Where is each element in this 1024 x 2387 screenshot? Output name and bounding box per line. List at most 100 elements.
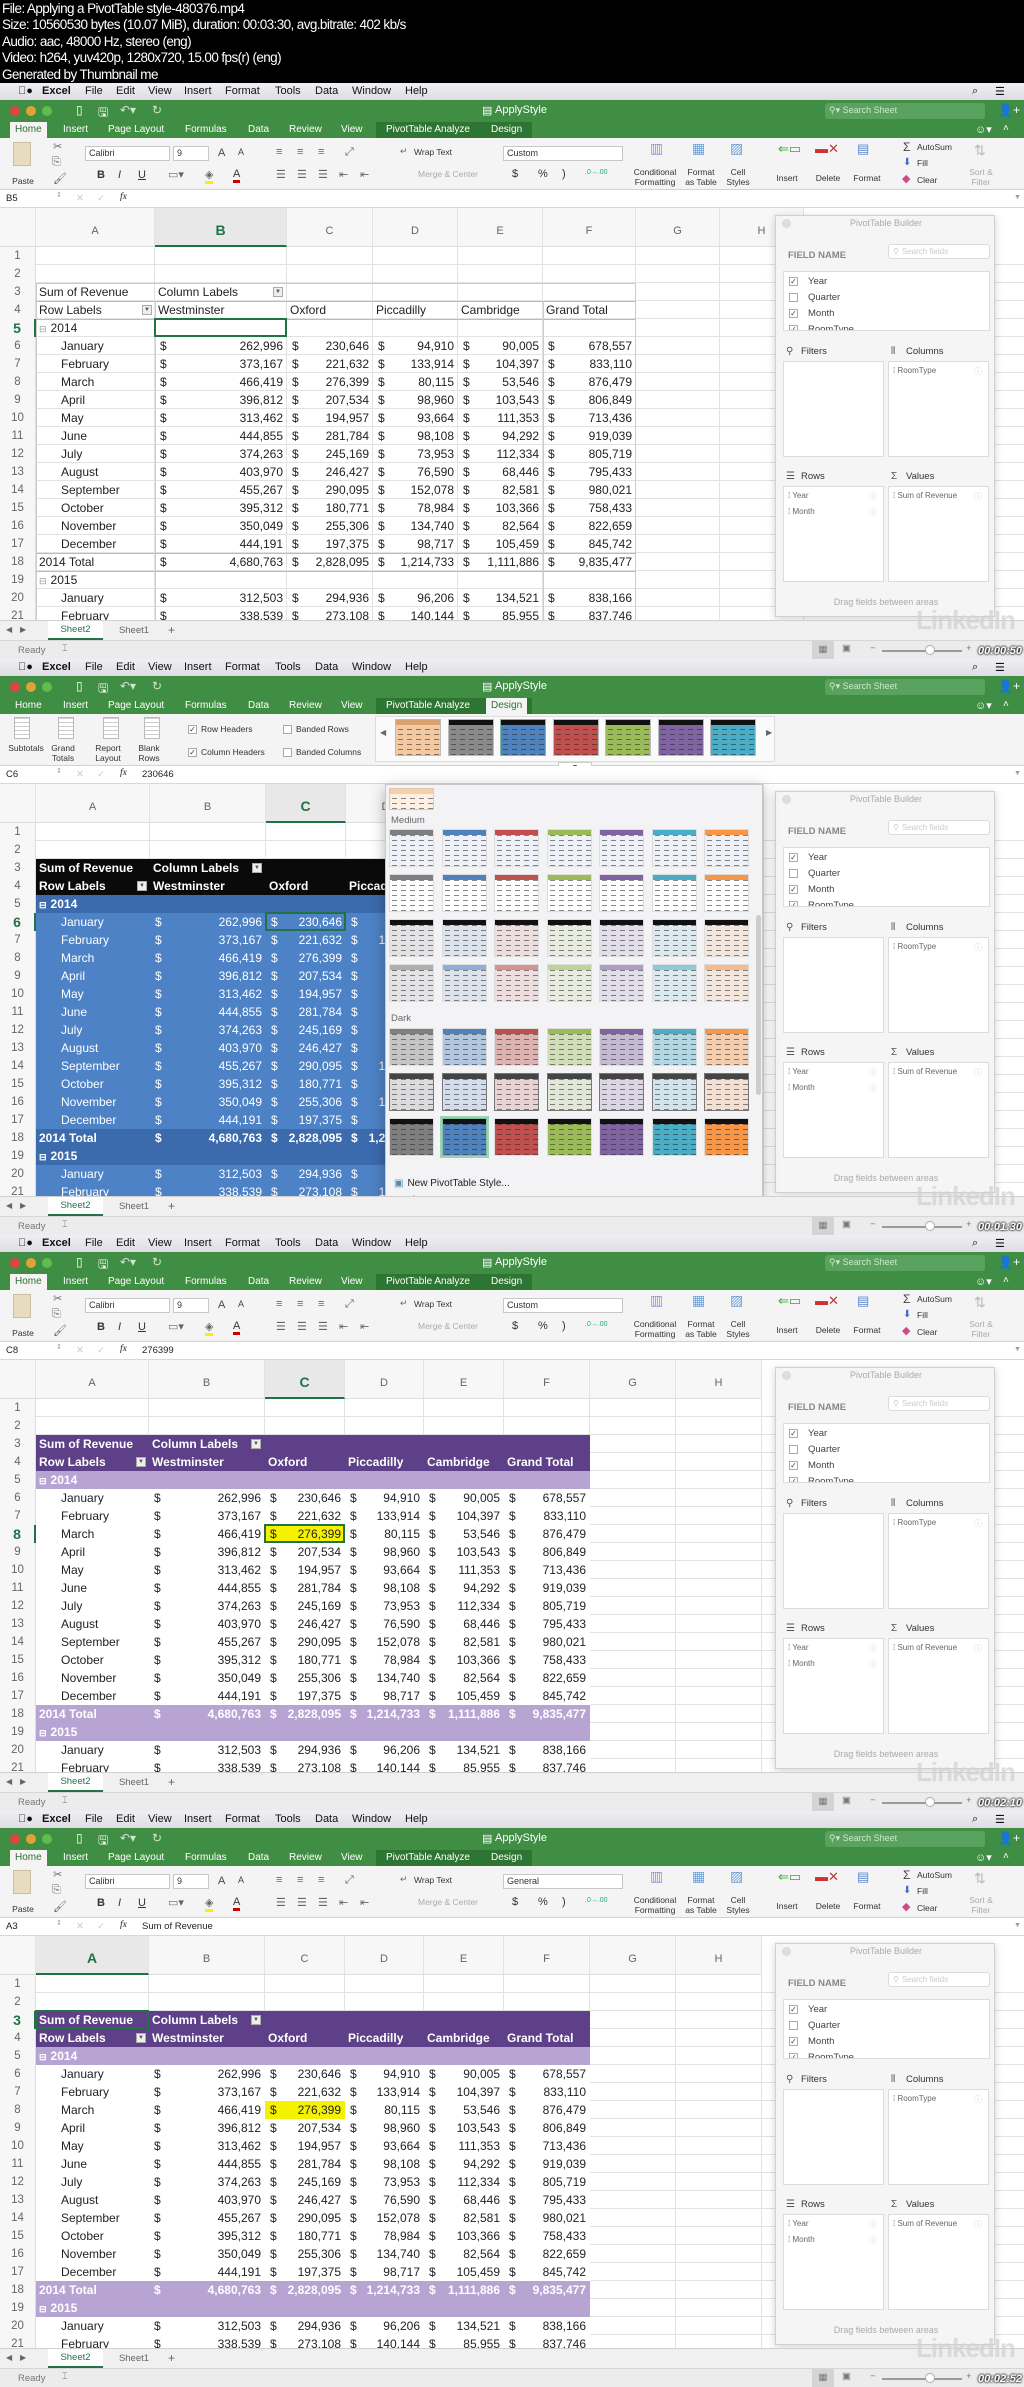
tab-page-layout[interactable]: Page Layout	[103, 1274, 169, 1290]
underline-button[interactable]: U	[138, 1897, 146, 1909]
tab-review[interactable]: Review	[284, 698, 327, 714]
spotlight-search-icon[interactable]: ⌕	[972, 1813, 978, 1826]
gallery-style-swatch[interactable]	[704, 1073, 749, 1111]
banded-rows-checkbox[interactable]: Banded Rows	[283, 724, 349, 735]
pivot-value-cell[interactable]: $919,039	[504, 2155, 590, 2173]
column-labels-filter-button[interactable]: ▼	[251, 1439, 261, 1449]
pivot-value-cell[interactable]: $53,546	[424, 2101, 504, 2119]
tab-page-layout[interactable]: Page Layout	[103, 1850, 169, 1866]
field-list[interactable]: ✓ Year Quarter ✓ Month ✓ RoomType	[783, 271, 990, 331]
sheet-tab-sheet1[interactable]: Sheet1	[110, 1197, 158, 1216]
pivot-value-cell[interactable]: $197,375	[266, 1111, 346, 1129]
field-list[interactable]: ✓ Year Quarter ✓ Month ✓ RoomType	[783, 1999, 990, 2059]
autosum-button[interactable]: AutoSum	[917, 1294, 952, 1304]
redo-icon[interactable]: ↻	[152, 1831, 162, 1845]
field-info-icon[interactable]: ⓘ	[869, 1659, 877, 1670]
row-header[interactable]: 12	[0, 2173, 36, 2191]
row-header[interactable]: 5	[0, 895, 36, 913]
menu-item-data[interactable]: Data	[315, 85, 338, 97]
area-field-item[interactable]: ⁞ Sum of Revenue ⓘ	[893, 491, 984, 507]
pivot-value-cell[interactable]: $68,446	[424, 2191, 504, 2209]
row-header[interactable]: 15	[0, 499, 36, 517]
pivot-value-cell[interactable]: $246,427	[287, 463, 373, 481]
notification-list-icon[interactable]: ☰	[995, 85, 1005, 98]
area-field-item[interactable]: ⁞ RoomType ⓘ	[893, 1518, 984, 1534]
font-size-select[interactable]: 9	[173, 1874, 209, 1889]
pivot-value-cell[interactable]: $350,049	[155, 517, 287, 535]
row-header[interactable]: 12	[0, 1597, 36, 1615]
pivot-value-cell[interactable]: $255,306	[265, 1669, 345, 1687]
italic-button[interactable]: I	[118, 169, 121, 181]
area-field-item[interactable]: ⁞ Month ⓘ	[788, 1083, 879, 1099]
row-header[interactable]: 3	[0, 283, 36, 301]
font-name-select[interactable]: Calibri	[85, 146, 170, 161]
pivot-value-cell[interactable]: $312,503	[150, 1165, 266, 1183]
fill-color-icon[interactable]: ◈	[205, 168, 214, 184]
conditional-formatting-icon[interactable]: ▥	[650, 1868, 663, 1885]
scroll-sheets-left-icon[interactable]: ◀	[6, 625, 12, 634]
column-header-E[interactable]: E	[424, 1936, 504, 1975]
pivot-value-cell[interactable]: $133,914	[345, 1507, 424, 1525]
menu-item-help[interactable]: Help	[405, 85, 428, 97]
row-header[interactable]: 7	[0, 2083, 36, 2101]
number-format-select[interactable]: Custom	[503, 1298, 623, 1313]
tab-home[interactable]: Home	[10, 1850, 47, 1866]
gallery-style-swatch[interactable]	[494, 964, 539, 1002]
cell-styles-button[interactable]: Cell Styles	[725, 167, 751, 187]
sheet-tab-sheet1[interactable]: Sheet1	[110, 621, 158, 640]
feedback-smiley-icon[interactable]: ☺▾	[975, 1275, 992, 1288]
orientation-icon[interactable]: ⤢	[345, 1298, 354, 1311]
copy-icon[interactable]: ⎘	[52, 1884, 61, 1897]
expand-formula-icon[interactable]: ▼	[1014, 770, 1021, 777]
pivot-total-cell[interactable]: $1,111,886	[424, 2281, 504, 2299]
sheet-tab-sheet2[interactable]: Sheet2	[48, 2349, 103, 2368]
borders-icon[interactable]: ▭▾	[168, 168, 184, 181]
blank-icon[interactable]	[144, 717, 160, 739]
menu-item-tools[interactable]: Tools	[275, 1813, 301, 1825]
menu-item-data[interactable]: Data	[315, 1813, 338, 1825]
pivot-total-cell[interactable]: $1,111,886	[458, 553, 543, 571]
row-header[interactable]: 15	[0, 2227, 36, 2245]
row-header[interactable]: 13	[0, 2191, 36, 2209]
pivot-value-cell[interactable]: $152,078	[345, 1633, 424, 1651]
font-color-button[interactable]: A	[233, 168, 241, 183]
field-checkbox[interactable]: ✓	[789, 884, 798, 894]
row-header[interactable]: 12	[0, 445, 36, 463]
copy-icon[interactable]: ⎘	[52, 1308, 61, 1321]
collapse-ribbon-icon[interactable]: ˄	[1003, 123, 1009, 134]
align-top-icon[interactable]: ≡	[276, 1298, 282, 1310]
autosum-icon[interactable]: Σ	[903, 1868, 910, 1882]
bold-button[interactable]: B	[97, 1321, 105, 1333]
pivot-value-cell[interactable]: $134,740	[345, 2245, 424, 2263]
insert-cells-icon[interactable]: ⇐▭	[778, 1293, 801, 1309]
pivot-value-cell[interactable]: $838,166	[543, 589, 636, 607]
pivot-value-cell[interactable]: $294,936	[265, 1741, 345, 1759]
pivot-value-cell[interactable]: $403,970	[149, 1615, 265, 1633]
delete-cells-icon[interactable]: ▬✕	[815, 1293, 839, 1309]
name-box-stepper-icon[interactable]: ⇕	[56, 191, 62, 199]
pivot-value-cell[interactable]: $876,479	[543, 373, 636, 391]
pivot-value-cell[interactable]: $134,740	[345, 1669, 424, 1687]
menu-item-insert[interactable]: Insert	[184, 661, 212, 673]
gallery-style-swatch[interactable]	[389, 919, 434, 957]
pivot-value-cell[interactable]: $822,659	[504, 2245, 590, 2263]
pivot-value-cell[interactable]: $112,334	[458, 445, 543, 463]
field-checkbox[interactable]: ✓	[789, 276, 798, 286]
menu-item-format[interactable]: Format	[225, 1237, 260, 1249]
tab-view[interactable]: View	[336, 1850, 368, 1866]
area-field-item[interactable]: ⁞ RoomType ⓘ	[893, 2094, 984, 2110]
field-item[interactable]: Quarter	[789, 867, 984, 883]
row-header[interactable]: 17	[0, 535, 36, 553]
pivot-value-cell[interactable]: $845,742	[504, 2263, 590, 2281]
pivot-value-cell[interactable]: $94,910	[345, 1489, 424, 1507]
sidebar-toggle-icon[interactable]: ▯	[76, 1255, 83, 1269]
gallery-style-swatch[interactable]	[599, 1118, 644, 1156]
fill-button[interactable]: Fill	[917, 158, 928, 168]
column-labels-filter-button[interactable]: ▼	[273, 287, 283, 297]
pivot-year-row[interactable]: ⊟ 2015	[39, 2299, 239, 2317]
pivot-value-cell[interactable]: $152,078	[345, 2209, 424, 2227]
row-header[interactable]: 9	[0, 391, 36, 409]
pivot-value-cell[interactable]: $111,353	[424, 2137, 504, 2155]
notification-list-icon[interactable]: ☰	[995, 661, 1005, 674]
search-sheet-input[interactable]: ⚲▾ Search Sheet	[825, 1255, 985, 1271]
